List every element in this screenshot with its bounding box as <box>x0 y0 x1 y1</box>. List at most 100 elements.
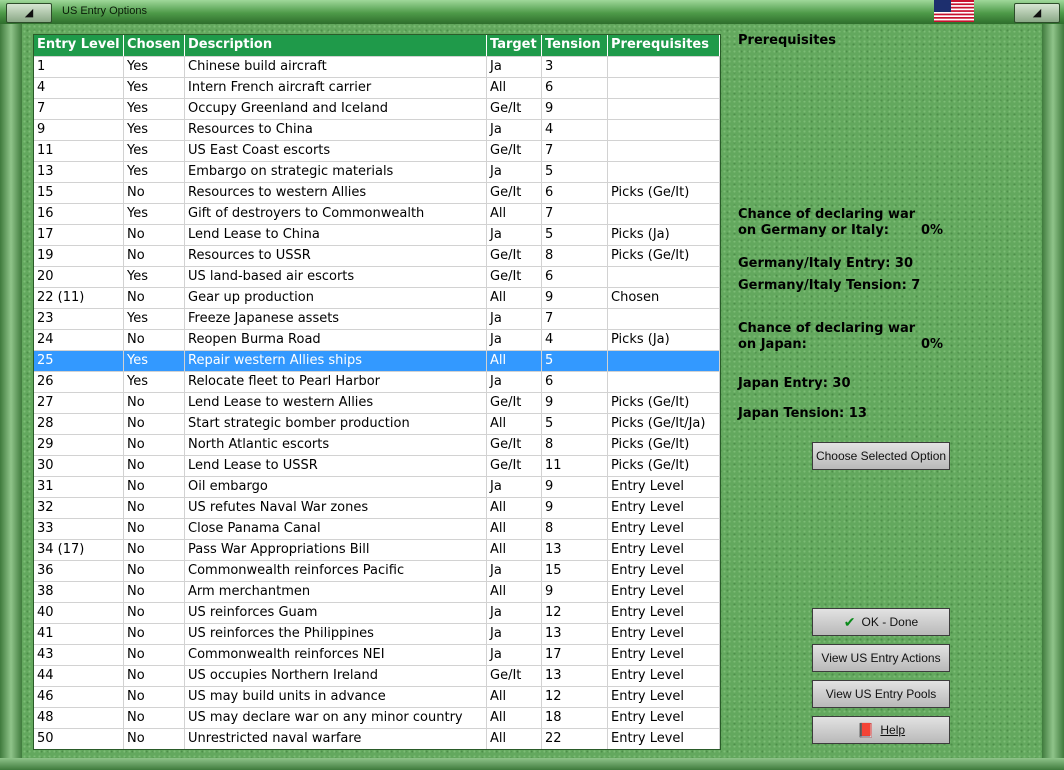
table-row[interactable]: 7 Yes Occupy Greenland and Iceland Ge/It 9 <box>34 98 720 119</box>
table-row[interactable]: 19 No Resources to USSR Ge/It 8 Picks (Ge/It) <box>34 245 720 266</box>
table-row[interactable]: 32 No US refutes Naval War zones All 9 Entry … <box>34 497 720 518</box>
description-cell: North Atlantic escorts <box>185 435 487 455</box>
view-us-entry-pools-button[interactable]: View US Entry Pools <box>812 680 950 708</box>
table-row[interactable]: 46 No US may build units in advance All 12 En… <box>34 686 720 707</box>
choose-selected-option-button[interactable]: Choose Selected Option <box>812 442 950 470</box>
target-cell: Ja <box>487 120 542 140</box>
chosen-cell: No <box>124 519 185 539</box>
chosen-cell: No <box>124 435 185 455</box>
tension-cell: 15 <box>542 561 608 581</box>
table-row[interactable]: 15 No Resources to western Allies Ge/It 6 Pic… <box>34 182 720 203</box>
view-us-entry-actions-button[interactable]: View US Entry Actions <box>812 644 950 672</box>
column-header-chosen[interactable]: Chosen <box>124 35 185 56</box>
description-cell: US occupies Northern Ireland <box>185 666 487 686</box>
table-row[interactable]: 1 Yes Chinese build aircraft Ja 3 <box>34 56 720 77</box>
table-row[interactable]: 24 No Reopen Burma Road Ja 4 Picks (Ja) <box>34 329 720 350</box>
chosen-cell: Yes <box>124 141 185 161</box>
entry-level-cell: 28 <box>34 414 124 434</box>
description-cell: Embargo on strategic materials <box>185 162 487 182</box>
window-menu-button[interactable]: ◢ <box>6 3 52 23</box>
tension-cell: 9 <box>542 288 608 308</box>
target-cell: Ja <box>487 225 542 245</box>
entry-level-cell: 19 <box>34 246 124 266</box>
prerequisites-cell: Entry Level <box>608 645 720 665</box>
description-cell: Lend Lease to USSR <box>185 456 487 476</box>
table-row[interactable]: 40 No US reinforces Guam Ja 12 Entry Level <box>34 602 720 623</box>
description-cell: Resources to USSR <box>185 246 487 266</box>
table-row[interactable]: 34 (17) No Pass War Appropriations Bill All… <box>34 539 720 560</box>
window-close-button[interactable]: ◢ <box>1014 3 1060 23</box>
ok-done-button[interactable]: ✔ OK - Done <box>812 608 950 636</box>
tension-cell: 8 <box>542 435 608 455</box>
table-row[interactable]: 17 No Lend Lease to China Ja 5 Picks (Ja) <box>34 224 720 245</box>
table-row[interactable]: 30 No Lend Lease to USSR Ge/It 11 Picks (Ge/I… <box>34 455 720 476</box>
target-cell: Ja <box>487 372 542 392</box>
table-row[interactable]: 44 No US occupies Northern Ireland Ge/It 13 E… <box>34 665 720 686</box>
column-header-entry-level[interactable]: Entry Level <box>34 35 124 56</box>
chosen-cell: No <box>124 561 185 581</box>
table-row[interactable]: 26 Yes Relocate fleet to Pearl Harbor Ja 6 <box>34 371 720 392</box>
table-row[interactable]: 43 No Commonwealth reinforces NEI Ja 17 Entry… <box>34 644 720 665</box>
table-row[interactable]: 33 No Close Panama Canal All 8 Entry Level <box>34 518 720 539</box>
description-cell: Freeze Japanese assets <box>185 309 487 329</box>
target-cell: Ja <box>487 162 542 182</box>
chance-germany-value: 0% <box>921 223 944 238</box>
table-row[interactable]: 41 No US reinforces the Philippines Ja 13 Ent… <box>34 623 720 644</box>
target-cell: All <box>487 729 542 749</box>
table-row[interactable]: 23 Yes Freeze Japanese assets Ja 7 <box>34 308 720 329</box>
tension-cell: 13 <box>542 666 608 686</box>
entry-level-cell: 1 <box>34 57 124 77</box>
description-cell: Unrestricted naval warfare <box>185 729 487 749</box>
description-cell: US land-based air escorts <box>185 267 487 287</box>
table-row[interactable]: 4 Yes Intern French aircraft carrier All 6 <box>34 77 720 98</box>
table-row[interactable]: 16 Yes Gift of destroyers to Commonwealth A… <box>34 203 720 224</box>
table-row[interactable]: 11 Yes US East Coast escorts Ge/It 7 <box>34 140 720 161</box>
table-row[interactable]: 48 No US may declare war on any minor coun… <box>34 707 720 728</box>
germany-italy-entry: Germany/Italy Entry: 30 <box>738 256 914 271</box>
tension-cell: 9 <box>542 498 608 518</box>
tension-cell: 5 <box>542 414 608 434</box>
target-cell: Ja <box>487 603 542 623</box>
table-row[interactable]: 36 No Commonwealth reinforces Pacific Ja 15 E… <box>34 560 720 581</box>
table-row[interactable]: 20 Yes US land-based air escorts Ge/It 6 <box>34 266 720 287</box>
prerequisites-cell: Entry Level <box>608 687 720 707</box>
table-row[interactable]: 28 No Start strategic bomber production All… <box>34 413 720 434</box>
chosen-cell: No <box>124 687 185 707</box>
table-row[interactable]: 31 No Oil embargo Ja 9 Entry Level <box>34 476 720 497</box>
prerequisites-cell: Picks (Ge/It) <box>608 183 720 203</box>
tension-cell: 17 <box>542 645 608 665</box>
view-us-entry-pools-label: View US Entry Pools <box>825 687 937 701</box>
entry-level-cell: 29 <box>34 435 124 455</box>
table-row[interactable]: 25 Yes Repair western Allies ships All 5 <box>34 350 720 371</box>
column-header-target[interactable]: Target <box>487 35 542 56</box>
entry-options-table: Entry Level Chosen Description Target Te… <box>33 34 721 750</box>
table-row[interactable]: 9 Yes Resources to China Ja 4 <box>34 119 720 140</box>
help-label: Help <box>880 723 906 737</box>
column-header-tension[interactable]: Tension <box>542 35 608 56</box>
chosen-cell: Yes <box>124 99 185 119</box>
entry-level-cell: 30 <box>34 456 124 476</box>
chosen-cell: Yes <box>124 267 185 287</box>
target-cell: Ja <box>487 624 542 644</box>
table-row[interactable]: 29 No North Atlantic escorts Ge/It 8 Picks (G… <box>34 434 720 455</box>
table-row[interactable]: 27 No Lend Lease to western Allies Ge/It 9 Pi… <box>34 392 720 413</box>
description-cell: Close Panama Canal <box>185 519 487 539</box>
help-button[interactable]: 📕 Help <box>812 716 950 744</box>
table-row[interactable]: 38 No Arm merchantmen All 9 Entry Level <box>34 581 720 602</box>
table-row[interactable]: 22 (11) No Gear up production All 9 Chosen <box>34 287 720 308</box>
table-row[interactable]: 50 No Unrestricted naval warfare All 22 Entry… <box>34 728 720 749</box>
prerequisites-cell <box>608 309 720 329</box>
column-header-prerequisites[interactable]: Prerequisites <box>608 35 720 56</box>
column-header-description[interactable]: Description <box>185 35 487 56</box>
chosen-cell: Yes <box>124 78 185 98</box>
target-cell: All <box>487 540 542 560</box>
help-book-icon: 📕 <box>856 721 875 738</box>
prerequisites-cell: Entry Level <box>608 603 720 623</box>
chosen-cell: Yes <box>124 120 185 140</box>
chosen-cell: Yes <box>124 204 185 224</box>
tension-cell: 7 <box>542 309 608 329</box>
table-row[interactable]: 13 Yes Embargo on strategic materials Ja 5 <box>34 161 720 182</box>
chosen-cell: Yes <box>124 57 185 77</box>
target-cell: Ja <box>487 57 542 77</box>
chosen-cell: No <box>124 729 185 749</box>
